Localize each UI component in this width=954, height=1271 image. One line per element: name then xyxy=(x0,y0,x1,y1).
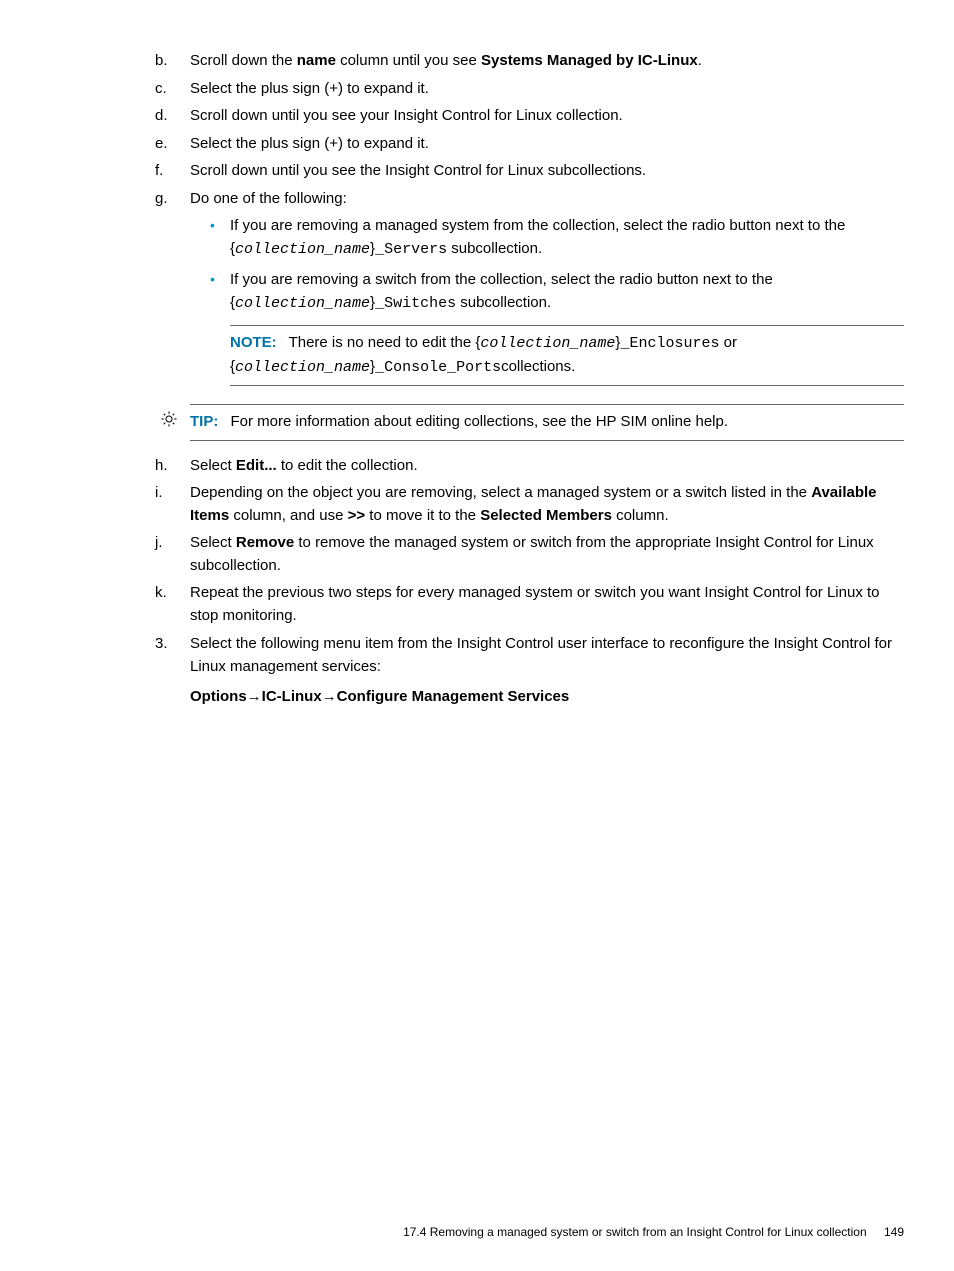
footer-section: 17.4 Removing a managed system or switch… xyxy=(403,1225,867,1239)
step-d-text: Scroll down until you see your Insight C… xyxy=(190,107,623,124)
step-c-text: Select the plus sign (+) to expand it. xyxy=(190,80,429,97)
step-g-text: Do one of the following: xyxy=(190,190,347,207)
step-b-marker: b. xyxy=(155,50,180,73)
alpha-list-2: h. Select Edit... to edit the collection… xyxy=(50,455,904,628)
step-e: e. Select the plus sign (+) to expand it… xyxy=(190,133,904,156)
page-number: 149 xyxy=(884,1225,904,1239)
step-e-text: Select the plus sign (+) to expand it. xyxy=(190,135,429,152)
step-h-marker: h. xyxy=(155,455,180,478)
step-j-marker: j. xyxy=(155,532,180,555)
note-text: There is no need to edit the {collection… xyxy=(230,334,737,375)
bullet-0: If you are removing a managed system fro… xyxy=(230,215,904,261)
step-f: f. Scroll down until you see the Insight… xyxy=(190,160,904,183)
step-j-text: Select Remove to remove the managed syst… xyxy=(190,534,874,574)
step-h: h. Select Edit... to edit the collection… xyxy=(190,455,904,478)
step-g-marker: g. xyxy=(155,188,180,211)
step-j: j. Select Remove to remove the managed s… xyxy=(190,532,904,577)
tip-text: For more information about editing colle… xyxy=(231,413,729,430)
step-i-text: Depending on the object you are removing… xyxy=(190,484,877,524)
step-b: b. Scroll down the name column until you… xyxy=(190,50,904,73)
step-c: c. Select the plus sign (+) to expand it… xyxy=(190,78,904,101)
tip-wrapper: TIP: For more information about editing … xyxy=(190,404,904,441)
step-f-marker: f. xyxy=(155,160,180,183)
bullet-1: If you are removing a switch from the co… xyxy=(230,269,904,315)
step-i: i. Depending on the object you are remov… xyxy=(190,482,904,527)
step-k-text: Repeat the previous two steps for every … xyxy=(190,584,880,624)
step-3-marker: 3. xyxy=(155,633,180,656)
step-d-marker: d. xyxy=(155,105,180,128)
tip-label: TIP: xyxy=(190,413,218,430)
page-footer: 17.4 Removing a managed system or switch… xyxy=(403,1223,904,1241)
numbered-list: 3. Select the following menu item from t… xyxy=(50,633,904,709)
step-e-marker: e. xyxy=(155,133,180,156)
step-f-text: Scroll down until you see the Insight Co… xyxy=(190,162,646,179)
tip-box: TIP: For more information about editing … xyxy=(190,404,904,441)
alpha-list-1: b. Scroll down the name column until you… xyxy=(50,50,904,386)
step-k: k. Repeat the previous two steps for eve… xyxy=(190,582,904,627)
step-b-text: Scroll down the name column until you se… xyxy=(190,52,702,69)
step-3-text: Select the following menu item from the … xyxy=(190,635,892,675)
step-h-text: Select Edit... to edit the collection. xyxy=(190,457,418,474)
note-label: NOTE: xyxy=(230,334,277,351)
lightbulb-icon xyxy=(160,410,178,428)
note-box: NOTE: There is no need to edit the {coll… xyxy=(230,325,904,386)
step-c-marker: c. xyxy=(155,78,180,101)
menu-path: Options→IC-Linux→Configure Management Se… xyxy=(190,686,904,709)
step-3: 3. Select the following menu item from t… xyxy=(190,633,904,709)
step-d: d. Scroll down until you see your Insigh… xyxy=(190,105,904,128)
step-g: g. Do one of the following: If you are r… xyxy=(190,188,904,387)
step-i-marker: i. xyxy=(155,482,180,505)
bullet-list: If you are removing a managed system fro… xyxy=(190,215,904,315)
step-k-marker: k. xyxy=(155,582,180,605)
